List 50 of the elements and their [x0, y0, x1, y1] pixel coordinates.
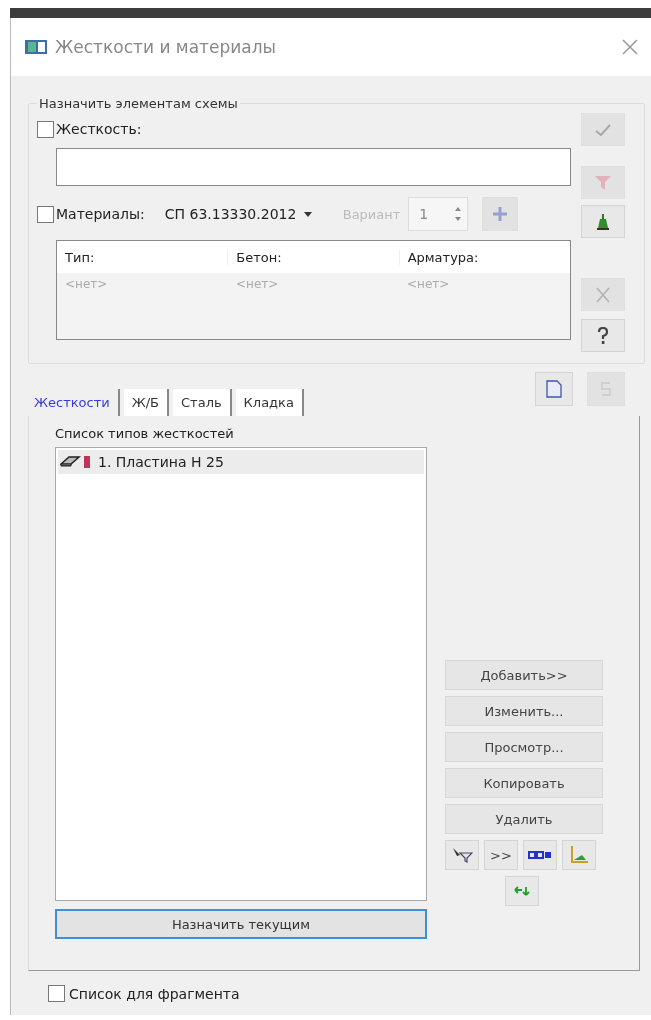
pointer-filter-button[interactable]	[445, 840, 479, 870]
close-icon[interactable]	[621, 38, 639, 56]
filter-icon	[594, 173, 612, 192]
stiffness-list[interactable]: 1. Пластина H 25	[55, 447, 427, 901]
column-header: Бетон:	[227, 249, 399, 265]
cross-icon	[594, 285, 612, 304]
document-icon	[546, 380, 562, 398]
pointer-filter-icon	[451, 847, 473, 863]
action-button[interactable]: Удалить	[445, 804, 603, 834]
document-button[interactable]	[535, 372, 573, 406]
tab[interactable]: Сталь	[173, 389, 232, 416]
list-title: Список типов жесткостей	[55, 426, 235, 441]
forward-button[interactable]: >>	[484, 840, 518, 870]
axes-icon	[569, 845, 589, 865]
action-button[interactable]: Просмотр...	[445, 732, 603, 762]
window-title: Жесткости и материалы	[55, 37, 277, 57]
table-cell-text: <нет>	[64, 277, 109, 291]
axes-button[interactable]	[562, 840, 596, 870]
fragment-label: Список для фрагмента	[69, 985, 240, 1002]
refresh-button[interactable]	[505, 876, 539, 906]
app-icon	[25, 39, 47, 55]
help-button[interactable]	[581, 319, 625, 352]
action-button[interactable]: Изменить...	[445, 696, 603, 726]
group-title: Назначить элементам схемы	[38, 96, 239, 111]
table-cell-text: <нет>	[235, 277, 280, 291]
plus-icon	[492, 206, 509, 222]
assign-current-button[interactable]: Назначить текущим	[55, 909, 427, 939]
tab[interactable]: Ж/Б	[123, 389, 169, 416]
stiffness-field[interactable]	[56, 148, 571, 186]
caret-icon	[304, 211, 313, 217]
squares-icon	[528, 850, 552, 860]
norm-dropdown[interactable]: СП 63.13330.2012	[164, 206, 335, 222]
list-item[interactable]: 1. Пластина H 25	[58, 450, 424, 474]
column-header: Арматура:	[398, 249, 570, 265]
column-header: Тип:	[64, 249, 96, 265]
tab[interactable]: Кладка	[235, 389, 304, 416]
arrows-icon	[513, 884, 531, 898]
tab[interactable]: Жесткости	[32, 389, 120, 416]
stiffness-checkbox[interactable]	[37, 120, 54, 138]
flag-button[interactable]	[581, 205, 625, 238]
action-button[interactable]: Копировать	[445, 768, 603, 798]
fragment-checkbox[interactable]	[48, 985, 65, 1002]
dimensions-button[interactable]	[523, 840, 557, 870]
materials-label: Материалы:	[56, 206, 145, 222]
stiffness-label: Жесткость:	[56, 121, 142, 137]
help-icon	[597, 326, 609, 345]
bell-icon	[596, 212, 610, 231]
table-cell-text: <нет>	[406, 277, 451, 291]
materials-checkbox[interactable]	[37, 205, 54, 223]
action-button[interactable]: Добавить>>	[445, 660, 603, 690]
